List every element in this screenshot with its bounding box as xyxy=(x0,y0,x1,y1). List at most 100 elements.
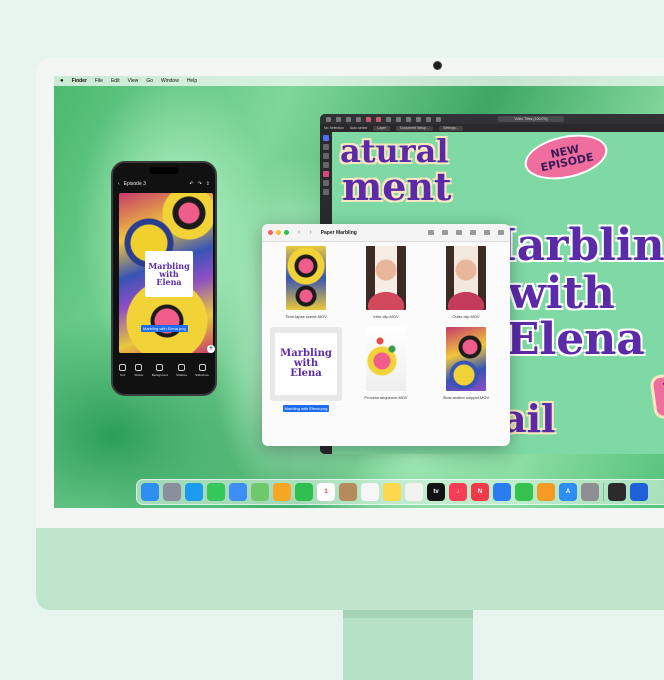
zoom-button[interactable] xyxy=(284,230,289,235)
file-item[interactable]: Slow-motion snippet.MOV xyxy=(426,327,506,412)
freeform-app-icon[interactable] xyxy=(405,483,423,501)
text-tool[interactable]: Text xyxy=(119,363,127,377)
menu-go[interactable]: Go xyxy=(146,78,153,84)
shadow-tool[interactable]: Shadow xyxy=(176,363,187,377)
designer-app-icon[interactable] xyxy=(630,483,648,501)
keynote-app-icon[interactable] xyxy=(493,483,511,501)
finder-title: Paper Marbling xyxy=(320,229,357,236)
reminders-app-icon[interactable] xyxy=(361,483,379,501)
canvas-bg-text: ail xyxy=(502,396,556,441)
toolbar-icon[interactable] xyxy=(346,116,351,122)
search-icon[interactable] xyxy=(498,230,504,235)
sticker-tool[interactable]: Sticker xyxy=(134,363,144,377)
more-icon[interactable] xyxy=(484,230,490,235)
phone-toolbar: Text Sticker Background Shadow Slideshow xyxy=(113,355,215,385)
toolbar-icon[interactable] xyxy=(326,116,331,122)
fill-tool-icon[interactable] xyxy=(323,171,329,177)
iphone-mirroring-window: ‹ Episode 3 ↶ ↷ ⇪ Marbling with Elena Ma… xyxy=(111,161,217,396)
menu-file[interactable]: File xyxy=(95,78,103,84)
numbers-app-icon[interactable] xyxy=(515,483,533,501)
settings-button[interactable]: Settings... xyxy=(439,125,463,131)
toolbar-icon[interactable] xyxy=(366,116,371,122)
toolbar-icon[interactable] xyxy=(376,116,381,122)
headline-line: Elena xyxy=(506,314,645,365)
calendar-app-icon[interactable]: 1 xyxy=(317,483,335,501)
pen-tool-icon[interactable] xyxy=(323,153,329,159)
share-icon[interactable]: ⇪ xyxy=(206,181,210,187)
messages-app-icon[interactable] xyxy=(207,483,225,501)
menu-edit[interactable]: Edit xyxy=(111,78,120,84)
close-button[interactable] xyxy=(268,230,273,235)
tool-label: Text xyxy=(119,372,126,377)
file-thumbnail xyxy=(446,327,486,391)
toolbar-icon[interactable] xyxy=(396,116,401,122)
file-item[interactable]: Outro clip.MOV xyxy=(426,246,506,319)
launchpad-app-icon[interactable] xyxy=(163,483,181,501)
menu-window[interactable]: Window xyxy=(161,78,179,84)
menu-finder[interactable]: Finder xyxy=(72,78,87,84)
file-item[interactable]: Time-lapse scene.MOV xyxy=(266,246,346,319)
toolbar-icon[interactable] xyxy=(386,116,391,122)
notes-app-icon[interactable] xyxy=(383,483,401,501)
redo-icon[interactable]: ↷ xyxy=(198,181,202,187)
brush-tool-icon[interactable] xyxy=(323,162,329,168)
menu-view[interactable]: View xyxy=(128,78,139,84)
photos-app-icon[interactable] xyxy=(273,483,291,501)
back-chevron-icon[interactable]: ‹ xyxy=(118,181,120,187)
undo-icon[interactable]: ↶ xyxy=(189,181,193,187)
move-tool-icon[interactable] xyxy=(323,135,329,141)
file-name: Intro clip.MOV xyxy=(373,314,399,319)
view-icon[interactable] xyxy=(428,230,434,235)
file-item[interactable]: Intro clip.MOV xyxy=(346,246,426,319)
layer-dropdown[interactable]: Layer xyxy=(373,125,391,131)
file-thumbnail xyxy=(446,246,486,310)
iphone-mirroring-app-icon[interactable] xyxy=(608,483,626,501)
toolbar-icon[interactable] xyxy=(426,116,431,122)
imac-chin xyxy=(36,528,664,610)
apple-menu-icon[interactable]: ● xyxy=(60,78,64,84)
auto-select-toggle[interactable]: Auto-select xyxy=(350,126,368,130)
add-icon[interactable]: + xyxy=(207,345,215,353)
system-settings-app-icon[interactable] xyxy=(581,483,599,501)
slideshow-tool[interactable]: Slideshow xyxy=(195,363,209,377)
safari-app-icon[interactable] xyxy=(185,483,203,501)
new-episode-badge: NEW EPISODE xyxy=(520,132,612,187)
music-app-icon[interactable]: ♪ xyxy=(449,483,467,501)
group-icon[interactable] xyxy=(442,230,448,235)
back-icon[interactable]: ‹ xyxy=(298,229,300,236)
mail-app-icon[interactable] xyxy=(229,483,247,501)
toolbar-icon[interactable] xyxy=(356,116,361,122)
tv-app-icon[interactable]: tv xyxy=(427,483,445,501)
text-tool-icon[interactable] xyxy=(323,180,329,186)
file-item[interactable]: Process sequence.MOV xyxy=(346,327,426,412)
tag-icon[interactable] xyxy=(470,230,476,235)
toolbar-icon[interactable] xyxy=(406,116,411,122)
contacts-app-icon[interactable] xyxy=(339,483,357,501)
tool-label: Background xyxy=(151,372,168,377)
minimize-button[interactable] xyxy=(276,230,281,235)
finder-window: ‹ › Paper Marbling Time-lapse scene.MOV … xyxy=(262,224,510,446)
news-app-icon[interactable]: N xyxy=(471,483,489,501)
background-tool[interactable]: Background xyxy=(151,363,168,377)
toolbar-icon[interactable] xyxy=(416,116,421,122)
dynamic-island xyxy=(149,167,179,174)
app-store-app-icon[interactable]: A xyxy=(559,483,577,501)
file-thumbnail: Marbling with Elena xyxy=(270,327,342,401)
shadow-icon xyxy=(177,363,185,371)
node-tool-icon[interactable] xyxy=(323,144,329,150)
toolbar-icon[interactable] xyxy=(436,116,441,122)
share-icon[interactable] xyxy=(456,230,462,235)
file-item-selected[interactable]: Marbling with Elena Marbling with Elena.… xyxy=(266,327,346,412)
maps-app-icon[interactable] xyxy=(251,483,269,501)
facetime-app-icon[interactable] xyxy=(295,483,313,501)
menu-help[interactable]: Help xyxy=(187,78,197,84)
finder-app-icon[interactable] xyxy=(141,483,159,501)
document-setup-button[interactable]: Document Setup... xyxy=(396,125,434,131)
shape-tool-icon[interactable] xyxy=(323,189,329,195)
background-icon xyxy=(156,363,164,371)
toolbar-icon[interactable] xyxy=(336,116,341,122)
title-card[interactable]: Marbling with Elena xyxy=(145,251,193,297)
pages-app-icon[interactable] xyxy=(537,483,555,501)
forward-icon[interactable]: › xyxy=(309,229,311,236)
canvas-letter-chip: F xyxy=(649,368,664,420)
